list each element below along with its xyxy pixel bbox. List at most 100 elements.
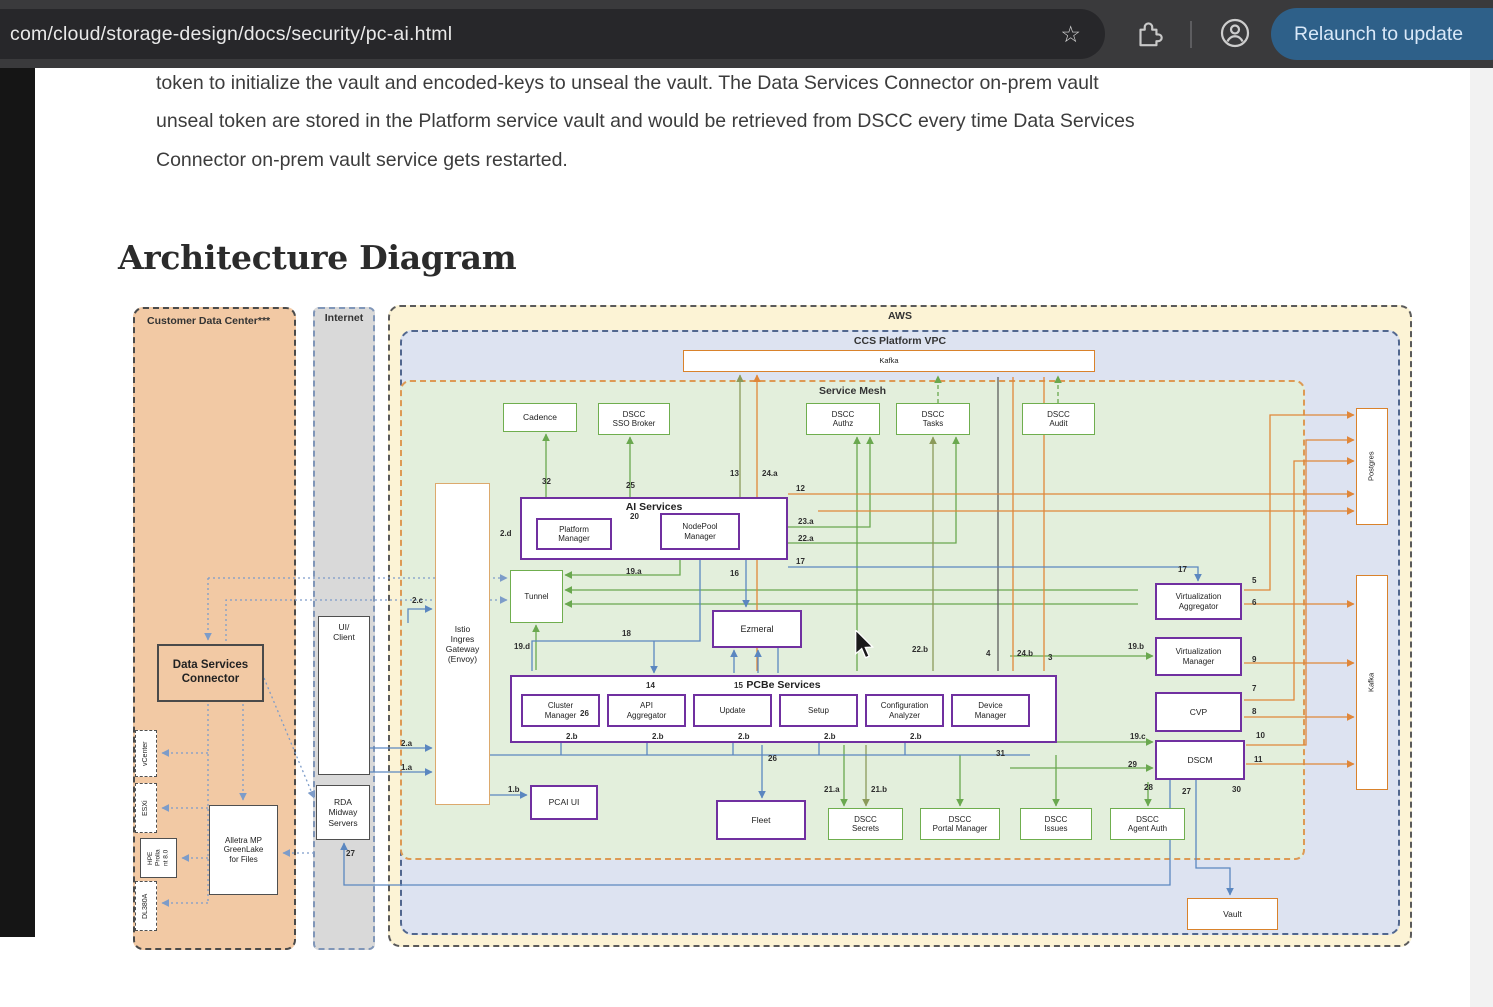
- edge-label: 19.a: [626, 567, 642, 576]
- node-kafkaright: Kafka: [1356, 575, 1388, 790]
- node-sso: DSCC SSO Broker: [598, 403, 670, 435]
- edge-label: 2.b: [738, 732, 750, 741]
- edge-label: 21.b: [871, 785, 887, 794]
- edge-label: 2.b: [652, 732, 664, 741]
- node-authz: DSCC Authz: [806, 403, 880, 435]
- edge-label: 24.a: [762, 469, 778, 478]
- node-update: Update: [693, 694, 772, 727]
- node-virtagg: Virtualization Aggregator: [1155, 583, 1242, 620]
- node-vault: Vault: [1187, 898, 1278, 930]
- edge-label: 23.a: [798, 517, 814, 526]
- node-alletra: Alletra MP GreenLake for Files: [209, 805, 278, 895]
- edge-label: 9: [1252, 655, 1256, 664]
- toolbar-divider: [1190, 21, 1192, 48]
- edge-label: 30: [1232, 785, 1241, 794]
- edge-label: 4: [986, 649, 990, 658]
- url-text: com/cloud/storage-design/docs/security/p…: [10, 9, 452, 59]
- architecture-diagram: Customer Data Center***InternetAWSCCS Pl…: [118, 293, 1414, 958]
- browser-toolbar: com/cloud/storage-design/docs/security/p…: [0, 0, 1493, 68]
- left-window-strip: [0, 68, 35, 937]
- edge-label: 2.d: [500, 529, 512, 538]
- edge-label: 7: [1252, 684, 1256, 693]
- relaunch-to-update-button[interactable]: Relaunch to update: [1271, 8, 1493, 60]
- node-dscm: DSCM: [1155, 740, 1245, 780]
- node-platform: Platform Manager: [536, 518, 612, 550]
- vault-paragraph: token to initialize the vault and encode…: [156, 64, 1436, 179]
- edge-label: 24.b: [1017, 649, 1033, 658]
- edge-label: 22.b: [912, 645, 928, 654]
- node-esxi: ESXi: [135, 783, 157, 833]
- node-postgres: Postgres: [1356, 408, 1388, 525]
- edge-label: 27: [1182, 787, 1191, 796]
- edge-label: 2.b: [566, 732, 578, 741]
- node-kafkatop: Kafka: [683, 350, 1095, 372]
- edge-label: 17: [1178, 565, 1187, 574]
- node-fleet: Fleet: [716, 800, 806, 840]
- edge-label: 19.d: [514, 642, 530, 651]
- edge-label: 12: [796, 484, 805, 493]
- bookmark-star-icon[interactable]: ☆: [1060, 18, 1081, 50]
- node-dsc: Data Services Connector: [157, 644, 264, 702]
- edge-label: 3: [1048, 653, 1052, 662]
- node-uiclient: UI/ Client: [318, 616, 370, 775]
- edge-label: 5: [1252, 576, 1256, 585]
- node-rda: RDA Midway Servers: [316, 785, 370, 840]
- node-portal: DSCC Portal Manager: [920, 808, 1000, 840]
- edge-label: 2.b: [824, 732, 836, 741]
- edge-label: 18: [622, 629, 631, 638]
- edge-label: 1.a: [401, 763, 412, 772]
- edge-label: 27: [346, 849, 355, 858]
- edge-label: 28: [1144, 783, 1153, 792]
- node-audit: DSCC Audit: [1022, 403, 1095, 435]
- address-bar[interactable]: com/cloud/storage-design/docs/security/p…: [0, 9, 1105, 59]
- edge-label: 17: [796, 557, 805, 566]
- edge-label: 21.a: [824, 785, 840, 794]
- edge-label: 26: [580, 709, 589, 718]
- edge-label: 19.b: [1128, 642, 1144, 651]
- edge-label: 25: [626, 481, 635, 490]
- node-virtmgr: Virtualization Manager: [1155, 637, 1242, 676]
- edge-label: 11: [1254, 755, 1262, 764]
- paragraph-line: Connector on-prem vault service gets res…: [156, 141, 1436, 179]
- node-agent: DSCC Agent Auth: [1110, 808, 1185, 840]
- edge-label: 20: [630, 512, 639, 521]
- paragraph-line: token to initialize the vault and encode…: [156, 64, 1436, 102]
- edge-label: 2.a: [401, 739, 412, 748]
- edge-label: 1.b: [508, 785, 520, 794]
- edge-label: 16: [730, 569, 739, 578]
- edge-label: 26: [768, 754, 777, 763]
- edge-label: 2.c: [412, 596, 423, 605]
- node-vcenter: vCenter: [135, 730, 157, 777]
- paragraph-line: unseal token are stored in the Platform …: [156, 102, 1436, 140]
- mouse-cursor-icon: [855, 630, 875, 665]
- edge-label: 15: [734, 681, 743, 690]
- edge-label: 22.a: [798, 534, 814, 543]
- node-hpe: HPE Prolia nt 8.0: [140, 838, 177, 878]
- node-dl380a: DL380A: [135, 881, 157, 931]
- extensions-icon[interactable]: [1133, 18, 1163, 48]
- node-ezmeral: Ezmeral: [712, 610, 802, 648]
- node-tunnel: Tunnel: [510, 570, 563, 623]
- node-cadence: Cadence: [503, 403, 577, 432]
- node-issues: DSCC Issues: [1020, 808, 1092, 840]
- node-tasks: DSCC Tasks: [896, 403, 970, 435]
- edge-label: 2.b: [910, 732, 922, 741]
- node-nodepool: NodePool Manager: [660, 513, 740, 550]
- edge-label: 8: [1252, 707, 1256, 716]
- node-api: API Aggregator: [607, 694, 686, 727]
- edge-label: 31: [996, 749, 1005, 758]
- node-config: Configuration Analyzer: [865, 694, 944, 727]
- edge-label: 32: [542, 477, 551, 486]
- node-pcai: PCAI UI: [530, 785, 598, 820]
- node-cvp: CVP: [1155, 692, 1242, 732]
- edge-label: 19.c: [1130, 732, 1146, 741]
- edge-label: 14: [646, 681, 655, 690]
- node-istio: Istio Ingres Gateway (Envoy): [435, 483, 490, 805]
- right-scroll-strip[interactable]: [1470, 68, 1493, 1007]
- profile-icon[interactable]: [1219, 17, 1251, 49]
- edge-label: 29: [1128, 760, 1137, 769]
- node-device: Device Manager: [951, 694, 1030, 727]
- node-secrets: DSCC Secrets: [828, 808, 903, 840]
- edge-label: 6: [1252, 598, 1256, 607]
- edge-label: 13: [730, 469, 739, 478]
